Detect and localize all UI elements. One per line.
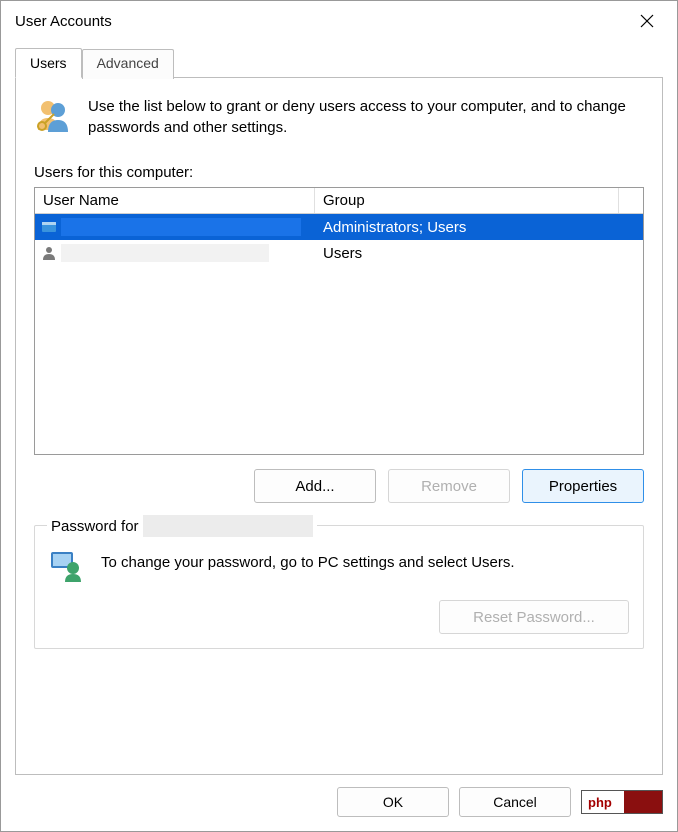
redacted-username xyxy=(61,218,301,236)
user-buttons-row: Add... Remove Properties xyxy=(34,469,644,503)
user-icon xyxy=(41,245,57,261)
user-row-group-cell: Administrators; Users xyxy=(315,219,643,236)
cancel-button[interactable]: Cancel xyxy=(459,787,571,817)
user-row-username-cell xyxy=(35,244,315,262)
tab-panel-users: Use the list below to grant or deny user… xyxy=(15,77,663,775)
titlebar: User Accounts xyxy=(1,1,677,39)
user-accounts-dialog: User Accounts Users Advanced xyxy=(0,0,678,832)
list-header-row: User Name Group xyxy=(35,188,643,214)
tab-row: Users Advanced xyxy=(15,47,663,77)
users-list-label: Users for this computer: xyxy=(34,164,644,181)
reset-password-button[interactable]: Reset Password... xyxy=(439,600,629,634)
tab-users[interactable]: Users xyxy=(15,48,82,78)
user-icon xyxy=(41,219,57,235)
intro-row: Use the list below to grant or deny user… xyxy=(34,96,644,138)
remove-button[interactable]: Remove xyxy=(388,469,510,503)
user-row-username-cell xyxy=(35,218,315,236)
users-listbox[interactable]: User Name Group Administrators; Users xyxy=(34,187,644,455)
user-row[interactable]: Users xyxy=(35,240,643,266)
intro-text: Use the list below to grant or deny user… xyxy=(88,96,644,138)
properties-button[interactable]: Properties xyxy=(522,469,644,503)
column-header-username[interactable]: User Name xyxy=(35,188,315,213)
php-watermark-label: php xyxy=(588,795,612,810)
users-keys-icon xyxy=(34,96,74,136)
redacted-username xyxy=(61,244,269,262)
redacted-username xyxy=(143,515,313,537)
window-title: User Accounts xyxy=(15,13,112,30)
password-legend: Password for xyxy=(47,515,317,537)
close-icon xyxy=(640,14,654,28)
password-text: To change your password, go to PC settin… xyxy=(101,548,515,571)
password-user-icon xyxy=(49,548,85,584)
close-button[interactable] xyxy=(627,7,667,35)
user-row-group-cell: Users xyxy=(315,245,643,262)
column-header-group[interactable]: Group xyxy=(315,188,619,213)
add-button[interactable]: Add... xyxy=(254,469,376,503)
php-watermark: php xyxy=(581,790,663,814)
dialog-footer: OK Cancel php xyxy=(1,775,677,831)
user-row[interactable]: Administrators; Users xyxy=(35,214,643,240)
password-groupbox: Password for To change your password, go… xyxy=(34,525,644,649)
ok-button[interactable]: OK xyxy=(337,787,449,817)
password-info-row: To change your password, go to PC settin… xyxy=(49,548,629,584)
tab-advanced[interactable]: Advanced xyxy=(82,49,174,79)
reset-row: Reset Password... xyxy=(49,600,629,634)
dialog-body: Users Advanced Use the list below to gra… xyxy=(1,39,677,775)
password-legend-prefix: Password for xyxy=(51,518,139,535)
